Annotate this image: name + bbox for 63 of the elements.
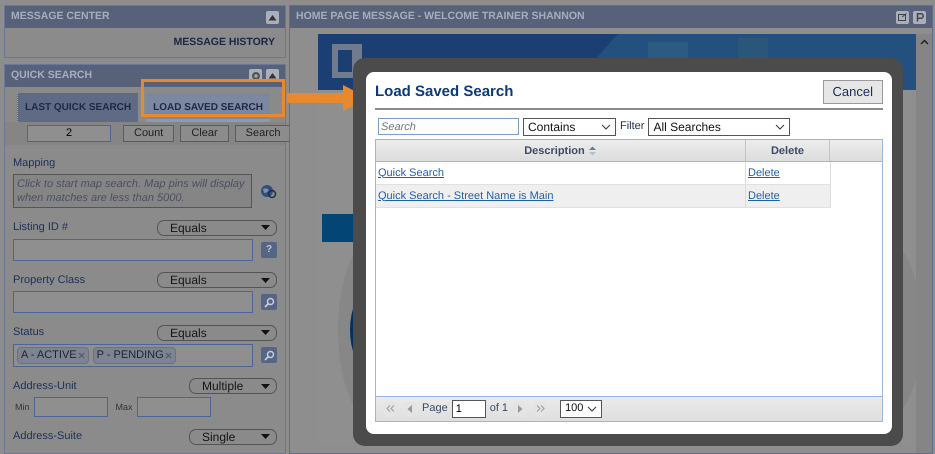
caret-icon xyxy=(261,278,270,283)
action-button[interactable]: Search xyxy=(234,124,292,142)
search-icon[interactable] xyxy=(261,294,277,310)
max-label: Max xyxy=(116,400,133,414)
action-button[interactable]: Count xyxy=(123,124,174,142)
filter-label: Filter xyxy=(620,119,644,134)
collapse-icon[interactable] xyxy=(266,10,279,24)
sort-icon xyxy=(588,146,597,156)
caret-icon xyxy=(261,384,270,389)
caret-icon xyxy=(261,330,270,336)
message-history-link[interactable]: MESSAGE HISTORY xyxy=(173,36,275,48)
match-dropdown[interactable]: Contains xyxy=(523,118,616,136)
operator-dropdown[interactable]: Single xyxy=(189,428,277,445)
field-label: Address-Suite xyxy=(13,429,82,444)
cancel-button[interactable]: Cancel xyxy=(822,80,883,104)
operator-dropdown[interactable]: Equals xyxy=(157,324,277,341)
input-field[interactable] xyxy=(136,397,211,418)
field-label: Mapping xyxy=(13,156,56,171)
operator-dropdown[interactable]: Equals xyxy=(157,220,277,236)
field-label: Listing ID # xyxy=(13,220,68,236)
search-icon[interactable] xyxy=(261,347,277,364)
chevron-icon xyxy=(775,124,786,130)
map-search-icon[interactable] xyxy=(260,183,277,200)
popout-icon[interactable] xyxy=(896,10,909,24)
saved-search-link[interactable]: Quick Search xyxy=(378,166,444,178)
saved-search-link[interactable]: Quick Search - Street Name is Main xyxy=(378,190,554,202)
page-size-dropdown[interactable]: 100 xyxy=(560,400,602,418)
field-label: Address-Unit xyxy=(13,378,77,394)
action-button[interactable]: Clear xyxy=(180,124,229,142)
scroll-up-icon[interactable] xyxy=(920,39,928,45)
status-tag[interactable]: P - PENDING xyxy=(92,346,176,364)
page-count: of 1 xyxy=(490,401,508,416)
operator-dropdown[interactable]: Multiple xyxy=(189,378,277,394)
status-tag[interactable]: A - ACTIVE xyxy=(17,346,89,364)
input-field[interactable] xyxy=(13,238,254,261)
search-field[interactable]: Search xyxy=(378,118,519,135)
column-header[interactable]: Delete xyxy=(746,140,830,162)
input-field[interactable] xyxy=(13,291,254,314)
filter-dropdown[interactable]: All Searches xyxy=(648,118,790,136)
help-button[interactable]: ? xyxy=(261,242,277,258)
field-label: Property Class xyxy=(13,272,86,288)
search-tab[interactable]: LAST QUICK SEARCH xyxy=(17,92,138,122)
panel-title: HOME PAGE MESSAGE - WELCOME TRAINER SHANNON xyxy=(296,9,585,24)
delete-link[interactable]: Delete xyxy=(748,166,780,178)
scrollbar[interactable] xyxy=(916,34,932,453)
input-field[interactable] xyxy=(34,397,108,418)
delete-link[interactable]: Delete xyxy=(748,190,780,202)
caret-icon xyxy=(261,434,270,440)
page-field[interactable]: 1 xyxy=(452,400,486,418)
dialog-title: Load Saved Search xyxy=(375,82,514,102)
chevron-icon xyxy=(587,406,598,412)
column-header[interactable]: Description xyxy=(376,140,746,162)
caret-icon xyxy=(261,225,270,230)
panel-title: QUICK SEARCH xyxy=(11,68,92,83)
chevron-icon xyxy=(601,124,611,130)
search-tab[interactable]: LOAD SAVED SEARCH xyxy=(146,92,270,122)
field-label: Status xyxy=(13,325,44,340)
operator-dropdown[interactable]: Equals xyxy=(157,272,277,288)
page-label: Page xyxy=(422,401,448,416)
panel-title: MESSAGE CENTER xyxy=(11,9,110,24)
count-field[interactable]: 2 xyxy=(27,124,111,142)
input-field[interactable]: A - ACTIVE P - PENDING xyxy=(13,344,254,367)
min-label: Min xyxy=(15,400,30,414)
